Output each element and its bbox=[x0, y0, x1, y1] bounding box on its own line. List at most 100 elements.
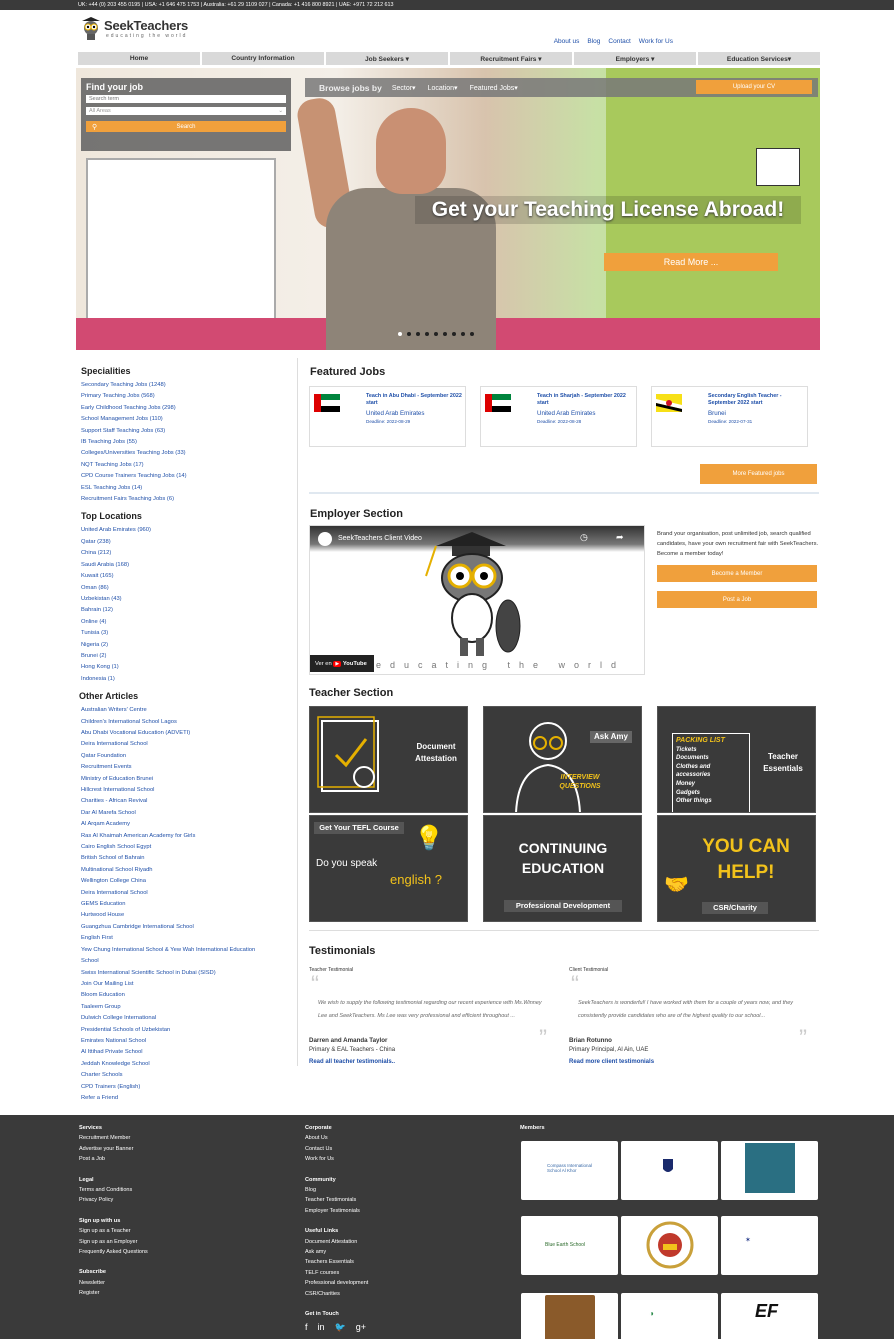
carousel-dot[interactable] bbox=[398, 332, 402, 336]
speciality-link[interactable]: CPD Course Trainers Teaching Jobs (14) bbox=[81, 471, 294, 482]
browse-location[interactable]: Location▾ bbox=[428, 84, 458, 92]
tile-teacher-essentials[interactable]: PACKING LIST Tickets Documents Clothes a… bbox=[657, 706, 816, 813]
member-logo[interactable]: Blue Earth School bbox=[521, 1216, 618, 1275]
tile-continuing-education[interactable]: CONTINUING EDUCATION Professional Develo… bbox=[483, 815, 642, 922]
article-link[interactable]: Qatar Foundation bbox=[81, 751, 294, 762]
browse-sector[interactable]: Sector▾ bbox=[392, 84, 416, 92]
footer-link[interactable]: Document Attestation bbox=[305, 1237, 368, 1247]
footer-link[interactable]: Frequently Asked Questions bbox=[79, 1247, 148, 1257]
work-for-us-link[interactable]: Work for Us bbox=[639, 38, 673, 45]
article-link[interactable]: Refer a Friend bbox=[81, 1093, 294, 1104]
location-link[interactable]: Saudi Arabia (168) bbox=[81, 560, 294, 571]
article-link[interactable]: Deira International School bbox=[81, 739, 294, 750]
carousel-dot[interactable] bbox=[434, 332, 438, 336]
footer-link[interactable]: Recruitment Member bbox=[79, 1133, 148, 1143]
location-link[interactable]: Oman (86) bbox=[81, 583, 294, 594]
location-link[interactable]: Nigeria (2) bbox=[81, 640, 294, 651]
job-card[interactable]: Teach in Abu Dhabi - September 2022 star… bbox=[309, 386, 466, 447]
footer-link[interactable]: Newsletter bbox=[79, 1278, 148, 1288]
article-link[interactable]: Ministry of Education Brunei bbox=[81, 774, 294, 785]
speciality-link[interactable]: Secondary Teaching Jobs (1248) bbox=[81, 380, 294, 391]
speciality-link[interactable]: Recruitment Fairs Teaching Jobs (6) bbox=[81, 494, 294, 505]
footer-link[interactable]: Sign up as an Employer bbox=[79, 1237, 148, 1247]
footer-link[interactable]: Sign up as a Teacher bbox=[79, 1226, 148, 1236]
site-logo[interactable]: SeekTeachers educating the world bbox=[80, 13, 210, 43]
location-link[interactable]: Indonesia (1) bbox=[81, 674, 294, 685]
article-link[interactable]: Dulwich College International bbox=[81, 1013, 294, 1024]
article-link[interactable]: Cairo English School Egypt bbox=[81, 842, 294, 853]
job-card[interactable]: Teach in Sharjah - September 2022 start … bbox=[480, 386, 637, 447]
location-link[interactable]: United Arab Emirates (960) bbox=[81, 525, 294, 536]
nav-education-services[interactable]: Education Services▾ bbox=[698, 52, 820, 65]
nav-employers[interactable]: Employers ▾ bbox=[574, 52, 696, 65]
watch-later-icon[interactable]: ◷ bbox=[580, 532, 588, 543]
article-link[interactable]: Abu Dhabi Vocational Education (ADVETI) bbox=[81, 728, 294, 739]
location-link[interactable]: Kuwait (165) bbox=[81, 571, 294, 582]
article-link[interactable]: Dar Al Marefa School bbox=[81, 808, 294, 819]
footer-link[interactable]: Terms and Conditions bbox=[79, 1185, 148, 1195]
job-title[interactable]: Teach in Sharjah - September 2022 start bbox=[537, 393, 633, 408]
member-logo[interactable] bbox=[621, 1216, 718, 1275]
carousel-dot[interactable] bbox=[461, 332, 465, 336]
speciality-link[interactable]: Early Childhood Teaching Jobs (298) bbox=[81, 403, 294, 414]
footer-link[interactable]: Contact Us bbox=[305, 1144, 368, 1154]
article-link[interactable]: Hurtwood House bbox=[81, 910, 294, 921]
article-link[interactable]: Wellington College China bbox=[81, 876, 294, 887]
job-title[interactable]: Teach in Abu Dhabi - September 2022 star… bbox=[366, 393, 462, 408]
search-button[interactable]: ⚲ Search bbox=[86, 121, 286, 132]
carousel-dot[interactable] bbox=[443, 332, 447, 336]
member-logo[interactable] bbox=[521, 1293, 618, 1339]
location-link[interactable]: Bahrain (12) bbox=[81, 605, 294, 616]
footer-link[interactable]: Blog bbox=[305, 1185, 368, 1195]
footer-link[interactable]: Privacy Policy bbox=[79, 1195, 148, 1205]
location-link[interactable]: Tunisia (3) bbox=[81, 628, 294, 639]
carousel-dot[interactable] bbox=[470, 332, 474, 336]
article-link[interactable]: British School of Bahrain bbox=[81, 853, 294, 864]
location-link[interactable]: Online (4) bbox=[81, 617, 294, 628]
article-link[interactable]: Multinational School Riyadh bbox=[81, 865, 294, 876]
footer-link[interactable]: Register bbox=[79, 1288, 148, 1298]
footer-link[interactable]: About Us bbox=[305, 1133, 368, 1143]
article-link[interactable]: Al Arqam Academy bbox=[81, 819, 294, 830]
tile-ask-amy[interactable]: Ask Amy INTERVIEW QUESTIONS bbox=[483, 706, 642, 813]
tile-csr-charity[interactable]: YOU CAN HELP! 🤝 CSR/Charity bbox=[657, 815, 816, 922]
speciality-link[interactable]: Support Staff Teaching Jobs (63) bbox=[81, 426, 294, 437]
area-select[interactable]: All Areas ⌄ bbox=[86, 107, 286, 115]
become-member-button[interactable]: Become a Member bbox=[657, 565, 817, 582]
search-term-input[interactable]: Search term bbox=[86, 95, 286, 103]
more-featured-jobs-button[interactable]: More Featured jobs bbox=[700, 464, 817, 484]
read-more-button[interactable]: Read More ... bbox=[604, 253, 778, 271]
article-link[interactable]: Swiss International Scientific School in… bbox=[81, 968, 294, 979]
footer-link[interactable]: CSR/Charities bbox=[305, 1289, 368, 1299]
speciality-link[interactable]: School Management Jobs (110) bbox=[81, 414, 294, 425]
blog-link[interactable]: Blog bbox=[587, 38, 600, 45]
footer-link[interactable]: Employer Testimonials bbox=[305, 1206, 368, 1216]
article-link[interactable]: Ras Al Khaimah American Academy for Girl… bbox=[81, 831, 294, 842]
about-us-link[interactable]: About us bbox=[554, 38, 580, 45]
read-teacher-testimonials-link[interactable]: Read all teacher testimonials.. bbox=[309, 1059, 395, 1065]
member-logo[interactable]: Compass International School Al Khor bbox=[521, 1141, 618, 1200]
article-link[interactable]: Emirates National School bbox=[81, 1036, 294, 1047]
googleplus-icon[interactable]: g+ bbox=[356, 1322, 366, 1332]
article-link[interactable]: Al Ittihad Private School bbox=[81, 1047, 294, 1058]
tile-tefl-course[interactable]: Get Your TEFL Course Do you speak englis… bbox=[309, 815, 468, 922]
article-link[interactable]: English First bbox=[81, 933, 294, 944]
footer-link[interactable]: Professional development bbox=[305, 1278, 368, 1288]
carousel-dot[interactable] bbox=[452, 332, 456, 336]
member-logo[interactable]: ◑ bbox=[621, 1293, 718, 1339]
client-video-player[interactable]: SeekTeachers Client Video ◷ ➦ Ver en ▶ Y… bbox=[309, 525, 645, 675]
read-client-testimonials-link[interactable]: Read more client testimonials bbox=[569, 1059, 654, 1065]
member-logo[interactable]: ✶ bbox=[721, 1216, 818, 1275]
speciality-link[interactable]: Colleges/Universities Teaching Jobs (33) bbox=[81, 448, 294, 459]
article-link[interactable]: Children's International School Lagos bbox=[81, 717, 294, 728]
article-link[interactable]: CPD Trainers (English) bbox=[81, 1082, 294, 1093]
location-link[interactable]: China (212) bbox=[81, 548, 294, 559]
article-link[interactable]: Bloom Education bbox=[81, 990, 294, 1001]
article-link[interactable]: School bbox=[81, 956, 294, 967]
article-link[interactable]: Presidential Schools of Uzbekistan bbox=[81, 1025, 294, 1036]
speciality-link[interactable]: IB Teaching Jobs (55) bbox=[81, 437, 294, 448]
job-card[interactable]: Secondary English Teacher - September 20… bbox=[651, 386, 808, 447]
share-icon[interactable]: ➦ bbox=[616, 532, 624, 543]
browse-featured[interactable]: Featured Jobs▾ bbox=[470, 84, 518, 92]
job-title[interactable]: Secondary English Teacher - September 20… bbox=[708, 393, 804, 408]
